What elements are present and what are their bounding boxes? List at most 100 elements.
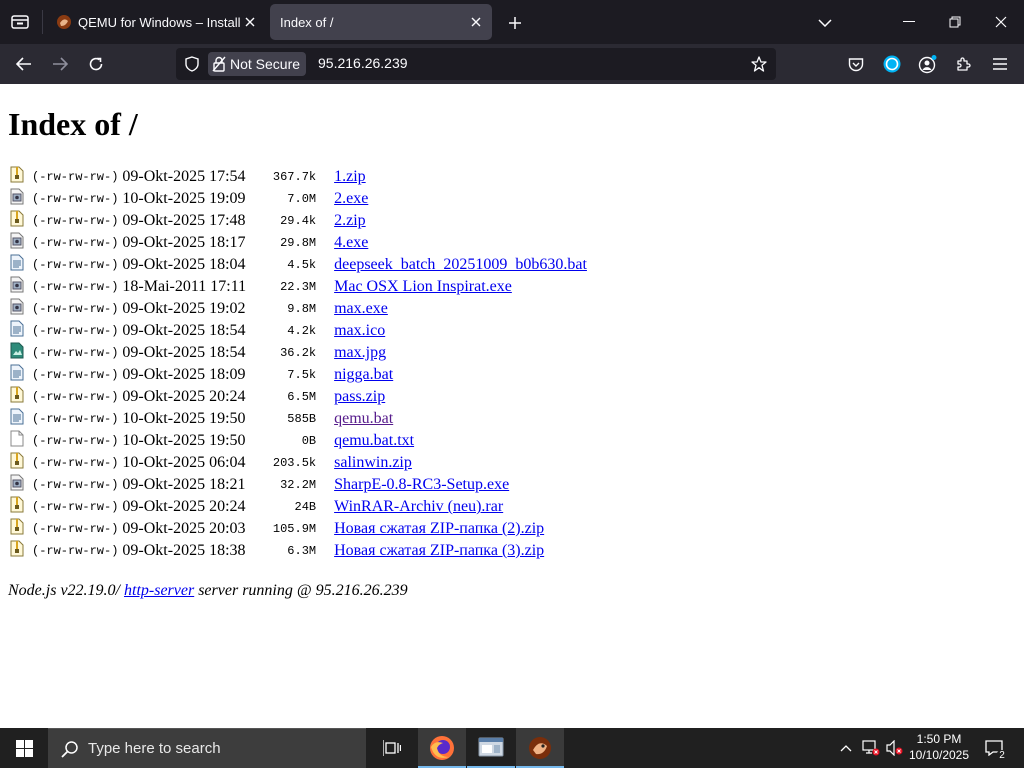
task-view-icon bbox=[383, 740, 401, 756]
file-link[interactable]: max.ico bbox=[334, 322, 385, 339]
file-link[interactable]: 4.exe bbox=[334, 234, 368, 251]
app-menu-button[interactable] bbox=[986, 50, 1014, 78]
file-name-cell: nigga.bat bbox=[332, 364, 589, 386]
account-button[interactable] bbox=[914, 50, 942, 78]
pocket-button[interactable] bbox=[842, 50, 870, 78]
back-arrow-icon bbox=[16, 57, 31, 71]
file-link[interactable]: WinRAR-Archiv (neu).rar bbox=[334, 498, 503, 515]
taskbar-clock[interactable]: 1:50 PM 10/10/2025 bbox=[900, 731, 978, 763]
address-bar[interactable]: Not Secure 95.216.26.239 bbox=[176, 48, 776, 80]
reload-button[interactable] bbox=[80, 48, 112, 80]
file-link[interactable]: salinwin.zip bbox=[334, 454, 412, 471]
file-link[interactable]: SharpE-0.8-RC3-Setup.exe bbox=[334, 476, 509, 493]
text-file-icon bbox=[8, 364, 30, 386]
file-row: (-rw-rw-rw-) 09-Okt-2025 18:04 4.5k deepsee… bbox=[8, 254, 589, 276]
taskbar-app-window[interactable] bbox=[467, 728, 515, 768]
taskbar-firefox[interactable] bbox=[418, 728, 466, 768]
close-tab-icon[interactable] bbox=[240, 12, 260, 32]
file-permissions: (-rw-rw-rw-) bbox=[32, 412, 119, 426]
file-name-cell: qemu.bat bbox=[332, 408, 589, 430]
file-size: 6.5M bbox=[287, 390, 317, 404]
file-permissions: (-rw-rw-rw-) bbox=[32, 280, 119, 294]
file-link[interactable]: 2.exe bbox=[334, 190, 368, 207]
file-date: 10-Okt-2025 06:04 bbox=[122, 454, 246, 471]
file-link[interactable]: Новая сжатая ZIP-папка (2).zip bbox=[334, 520, 544, 537]
network-status-button[interactable] bbox=[860, 728, 882, 768]
new-tab-button[interactable] bbox=[502, 10, 528, 36]
browser-tab-bar: QEMU for Windows – Installers Index of / bbox=[0, 0, 1024, 44]
plus-icon bbox=[509, 17, 521, 29]
start-button[interactable] bbox=[0, 728, 48, 768]
file-date: 09-Okt-2025 20:24 bbox=[122, 498, 246, 515]
file-permissions: (-rw-rw-rw-) bbox=[32, 324, 119, 338]
file-size: 105.9M bbox=[272, 522, 317, 536]
forward-button[interactable] bbox=[44, 48, 76, 80]
extension-circle-icon bbox=[883, 55, 901, 73]
close-icon bbox=[995, 16, 1007, 28]
chevron-up-icon bbox=[840, 744, 852, 751]
taskbar-qemu[interactable] bbox=[516, 728, 564, 768]
star-icon bbox=[751, 56, 767, 72]
file-date: 09-Okt-2025 20:24 bbox=[122, 388, 246, 405]
page-content: Index of / (-rw-rw-rw-) 09-Okt-2025 17:54… bbox=[0, 84, 1024, 728]
file-permissions: (-rw-rw-rw-) bbox=[32, 434, 119, 448]
firefox-view-icon bbox=[11, 15, 29, 29]
file-size: 7.5k bbox=[287, 368, 317, 382]
file-link[interactable]: 2.zip bbox=[334, 212, 366, 229]
file-date: 18-Mai-2011 17:11 bbox=[122, 278, 247, 295]
exe-file-icon bbox=[8, 298, 30, 320]
list-all-tabs-button[interactable] bbox=[812, 10, 838, 36]
file-date: 09-Okt-2025 18:54 bbox=[122, 322, 246, 339]
extensions-button[interactable] bbox=[950, 50, 978, 78]
file-row: (-rw-rw-rw-) 10-Okt-2025 19:50 0B qemu.bat.… bbox=[8, 430, 589, 452]
minimize-button[interactable] bbox=[886, 0, 932, 44]
tab-separator bbox=[42, 10, 43, 34]
taskbar-search-box[interactable]: Type here to search bbox=[48, 728, 366, 768]
file-date: 09-Okt-2025 18:09 bbox=[122, 366, 246, 383]
tab-index-of[interactable]: Index of / bbox=[270, 4, 492, 40]
windows-taskbar: Type here to search 1:50 PM 10/10/2025 2 bbox=[0, 728, 1024, 768]
close-tab-icon[interactable] bbox=[466, 12, 486, 32]
file-link[interactable]: max.jpg bbox=[334, 344, 386, 361]
http-server-link[interactable]: http-server bbox=[124, 582, 194, 599]
tracking-protection-shield-icon[interactable] bbox=[182, 54, 202, 74]
file-size: 4.2k bbox=[287, 324, 317, 338]
task-view-button[interactable] bbox=[368, 728, 416, 768]
file-permissions: (-rw-rw-rw-) bbox=[32, 500, 119, 514]
bookmark-star-button[interactable] bbox=[748, 53, 770, 75]
text-file-icon bbox=[8, 320, 30, 342]
file-link[interactable]: qemu.bat bbox=[334, 410, 393, 427]
file-permissions: (-rw-rw-rw-) bbox=[32, 478, 119, 492]
file-link[interactable]: Новая сжатая ZIP-папка (3).zip bbox=[334, 542, 544, 559]
file-link[interactable]: qemu.bat.txt bbox=[334, 432, 414, 449]
exe-file-icon bbox=[8, 188, 30, 210]
file-link[interactable]: 1.zip bbox=[334, 168, 366, 185]
page-title: Index of / bbox=[8, 106, 138, 142]
zip-file-icon bbox=[8, 210, 30, 232]
extension-button[interactable] bbox=[878, 50, 906, 78]
restore-button[interactable] bbox=[932, 0, 978, 44]
back-button[interactable] bbox=[8, 48, 40, 80]
file-link[interactable]: Mac OSX Lion Inspirat.exe bbox=[334, 278, 512, 295]
url-text[interactable]: 95.216.26.239 bbox=[318, 55, 408, 71]
file-size: 32.2M bbox=[280, 478, 317, 492]
close-window-button[interactable] bbox=[978, 0, 1024, 44]
file-name-cell: pass.zip bbox=[332, 386, 589, 408]
file-link[interactable]: deepseek_batch_20251009_b0b630.bat bbox=[334, 256, 587, 273]
notification-center-button[interactable] bbox=[980, 728, 1008, 768]
file-row: (-rw-rw-rw-) 10-Okt-2025 19:50 585B qemu.ba… bbox=[8, 408, 589, 430]
file-name-cell: Новая сжатая ZIP-папка (2).zip bbox=[332, 518, 589, 540]
file-link[interactable]: max.exe bbox=[334, 300, 388, 317]
file-name-cell: qemu.bat.txt bbox=[332, 430, 589, 452]
site-security-indicator[interactable]: Not Secure bbox=[208, 52, 307, 76]
file-name-cell: 4.exe bbox=[332, 232, 589, 254]
zip-file-icon bbox=[8, 518, 30, 540]
minimize-icon bbox=[903, 21, 915, 22]
tab-qemu-installers[interactable]: QEMU for Windows – Installers bbox=[46, 4, 266, 40]
firefox-view-button[interactable] bbox=[6, 8, 34, 36]
show-hidden-icons-button[interactable] bbox=[834, 728, 858, 768]
firefox-icon bbox=[430, 736, 454, 760]
file-link[interactable]: nigga.bat bbox=[334, 366, 393, 383]
qemu-favicon-icon bbox=[57, 15, 71, 29]
file-link[interactable]: pass.zip bbox=[334, 388, 385, 405]
